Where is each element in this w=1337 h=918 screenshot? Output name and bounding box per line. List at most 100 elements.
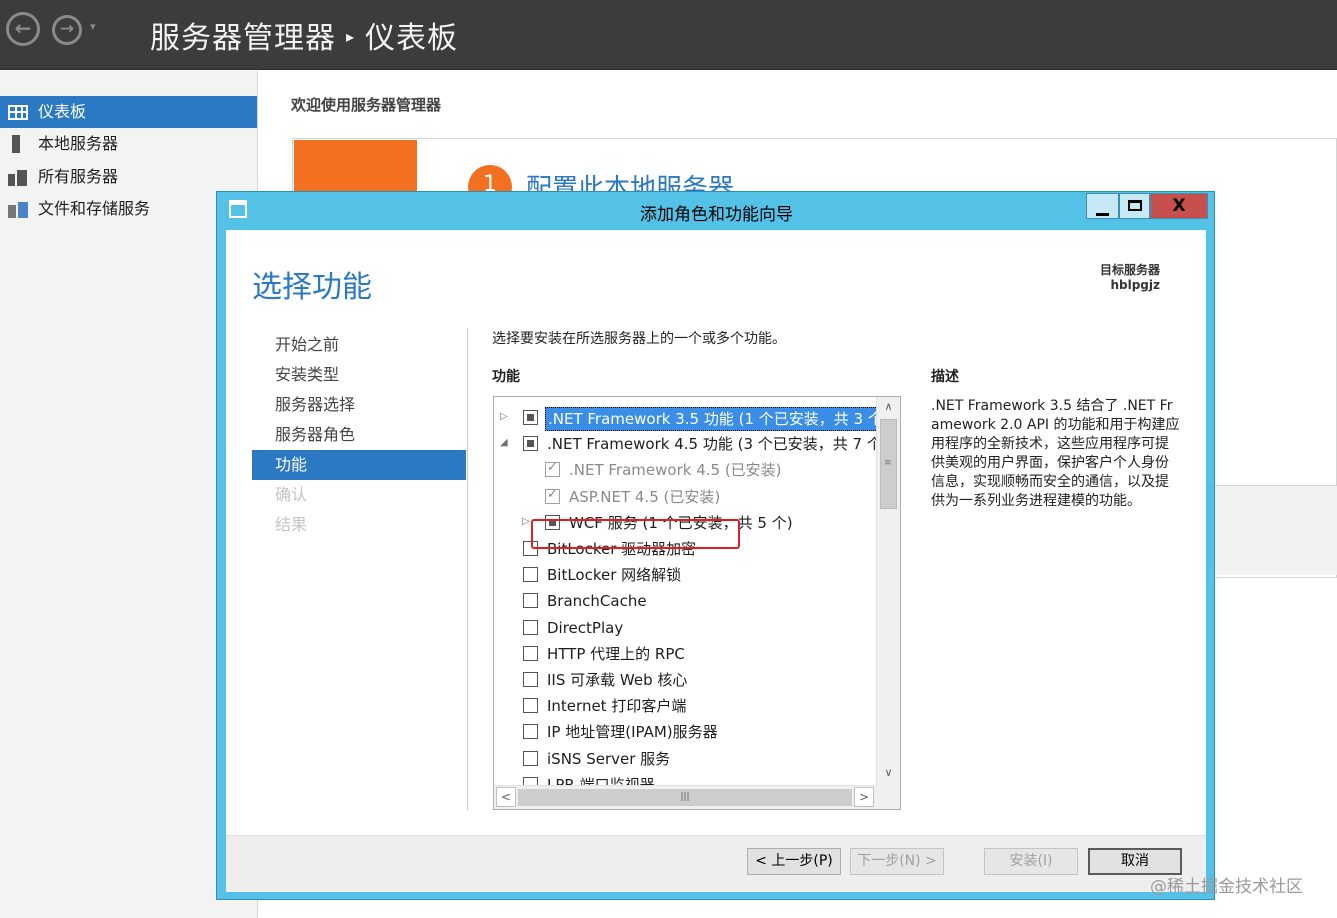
features-heading: 功能	[492, 369, 520, 385]
step-server-roles[interactable]: 服务器角色	[252, 420, 466, 450]
feature-checkbox[interactable]	[523, 672, 538, 687]
grip-icon: ≡	[884, 458, 892, 468]
sidebar-item-label: 仪表板	[38, 102, 87, 121]
title-bar: ← → ▾ 服务器管理器 ▸ 仪表板	[0, 0, 1337, 70]
scroll-left-icon[interactable]: <	[496, 787, 516, 807]
feature-row[interactable]: ◢ .NET Framework 4.5 功能 (3 个已安装，共 7 个)	[494, 431, 876, 457]
feature-row[interactable]: .NET Framework 4.5 (已安装)	[494, 457, 876, 483]
maximize-icon	[1127, 200, 1142, 211]
step-before-you-begin[interactable]: 开始之前	[252, 330, 466, 360]
cancel-button[interactable]: 取消	[1088, 848, 1182, 875]
feature-label: ASP.NET 4.5 (已安装)	[569, 487, 721, 506]
step-confirmation: 确认	[275, 485, 308, 504]
features-tree[interactable]: ▷ .NET Framework 3.5 功能 (1 个已安装，共 3 个) ◢ .N…	[493, 396, 901, 810]
destination-server-label: 目标服务器	[1099, 263, 1160, 277]
feature-row[interactable]: HTTP 代理上的 RPC	[494, 641, 876, 667]
wizard-footer: < 上一步(P) 下一步(N) > 安装(I) 取消	[226, 835, 1206, 892]
steps-divider	[467, 328, 468, 810]
feature-checkbox[interactable]	[523, 724, 538, 740]
feature-checkbox	[545, 487, 560, 504]
minimize-button[interactable]	[1086, 193, 1119, 219]
feature-checkbox[interactable]	[523, 593, 538, 609]
feature-row[interactable]: ASP.NET 4.5 (已安装)	[494, 484, 876, 510]
install-button: 安装(I)	[984, 848, 1078, 875]
server-icon	[12, 135, 20, 153]
feature-label: .NET Framework 3.5 功能 (1 个已安装，共 3 个)	[545, 407, 876, 431]
feature-label: HTTP 代理上的 RPC	[547, 644, 685, 663]
feature-checkbox	[545, 460, 560, 478]
sidebar-item-label: 所有服务器	[38, 167, 119, 186]
feature-checkbox[interactable]	[523, 645, 538, 661]
feature-row[interactable]: ▷ .NET Framework 3.5 功能 (1 个已安装，共 3 个)	[494, 405, 876, 431]
feature-label: BitLocker 网络解锁	[547, 566, 682, 585]
scroll-right-icon[interactable]: >	[854, 787, 874, 807]
destination-server-value: hblpgjz	[1110, 278, 1160, 292]
sidebar-item-dashboard[interactable]: 仪表板	[0, 96, 257, 128]
feature-checkbox[interactable]	[523, 698, 538, 714]
feature-row[interactable]: DirectPlay	[494, 615, 876, 641]
previous-button[interactable]: < 上一步(P)	[747, 848, 841, 875]
breadcrumb-current: 仪表板	[365, 21, 459, 56]
feature-checkbox[interactable]	[523, 619, 538, 635]
feature-label: LPR 端口监视器	[547, 775, 655, 785]
scroll-down-icon[interactable]: ∨	[877, 763, 900, 783]
feature-checkbox[interactable]	[523, 776, 538, 785]
collapse-icon[interactable]: ◢	[500, 437, 508, 448]
feature-row[interactable]: BranchCache	[494, 588, 876, 614]
close-button[interactable]: X	[1150, 193, 1208, 219]
scrollbar-corner	[876, 785, 900, 809]
feature-row[interactable]: IIS 可承载 Web 核心	[494, 667, 876, 693]
expand-icon[interactable]: ▷	[522, 516, 530, 527]
feature-label: IP 地址管理(IPAM)服务器	[547, 723, 718, 742]
features-tree-rows: ▷ .NET Framework 3.5 功能 (1 个已安装，共 3 个) ◢ .N…	[494, 397, 876, 785]
step-features[interactable]: 功能	[252, 450, 466, 480]
feature-checkbox[interactable]	[523, 410, 538, 425]
sidebar-item-label: 文件和存储服务	[38, 199, 151, 218]
sidebar-item-all-servers[interactable]: 所有服务器	[0, 161, 257, 193]
wizard-steps: 开始之前 安装类型 服务器选择 服务器角色 功能 确认 结果	[252, 330, 466, 540]
page-title: 选择功能	[252, 270, 372, 305]
step-server-selection[interactable]: 服务器选择	[252, 390, 466, 420]
breadcrumb-separator-icon: ▸	[346, 27, 356, 46]
feature-label: .NET Framework 4.5 (已安装)	[569, 461, 782, 480]
wizard-body: 选择功能 目标服务器 hblpgjz 开始之前 安装类型 服务器选择 服务器角色…	[226, 230, 1206, 835]
feature-checkbox[interactable]	[523, 750, 538, 766]
back-button[interactable]: ←	[6, 12, 40, 46]
quick-start-banner	[294, 140, 417, 192]
description-heading: 描述	[931, 369, 959, 385]
feature-label: .NET Framework 4.5 功能 (3 个已安装，共 7 个)	[547, 435, 876, 454]
welcome-heading: 欢迎使用服务器管理器	[291, 96, 442, 114]
feature-row[interactable]: BitLocker 网络解锁	[494, 562, 876, 588]
feature-checkbox[interactable]	[523, 436, 538, 452]
breadcrumb-root[interactable]: 服务器管理器	[150, 21, 336, 56]
feature-checkbox[interactable]	[523, 567, 538, 583]
servers-icon	[8, 170, 28, 186]
expand-icon[interactable]: ▷	[500, 411, 508, 422]
vertical-scroll-thumb[interactable]: ≡	[880, 419, 897, 509]
feature-label: Internet 打印客户端	[547, 697, 687, 716]
vertical-scrollbar[interactable]: ∧ ≡ ∨	[876, 397, 900, 785]
add-roles-features-wizard: 添加角色和功能向导 X 选择功能 目标服务器 hblpgjz 开始之前 安装类型…	[216, 191, 1215, 900]
feature-label: IIS 可承载 Web 核心	[547, 671, 688, 689]
feature-row[interactable]: iSNS Server 服务	[494, 746, 876, 772]
feature-label: DirectPlay	[547, 618, 624, 637]
feature-row[interactable]: LPR 端口监视器	[494, 772, 876, 785]
horizontal-scrollbar[interactable]: < ||| >	[494, 785, 876, 809]
feature-row[interactable]: Internet 打印客户端	[494, 693, 876, 719]
dashboard-icon	[8, 105, 28, 120]
horizontal-scroll-thumb[interactable]: |||	[518, 789, 852, 806]
sidebar-item-local-server[interactable]: 本地服务器	[0, 128, 257, 160]
history-dropdown-icon[interactable]: ▾	[90, 20, 96, 33]
next-button: 下一步(N) >	[850, 848, 944, 875]
forward-button[interactable]: →	[52, 15, 82, 45]
watermark: @稀土掘金技术社区	[1150, 877, 1303, 897]
feature-label: BranchCache	[547, 592, 647, 611]
maximize-button[interactable]	[1119, 193, 1150, 219]
step-installation-type[interactable]: 安装类型	[252, 360, 466, 390]
tile-section-strip	[1214, 485, 1337, 575]
breadcrumb: 服务器管理器 ▸ 仪表板	[150, 13, 458, 57]
description-text: .NET Framework 3.5 结合了 .NET Framework 2.…	[931, 398, 1180, 509]
feature-row[interactable]: IP 地址管理(IPAM)服务器	[494, 719, 876, 745]
minimize-icon	[1096, 213, 1109, 216]
scroll-up-icon[interactable]: ∧	[877, 397, 900, 417]
